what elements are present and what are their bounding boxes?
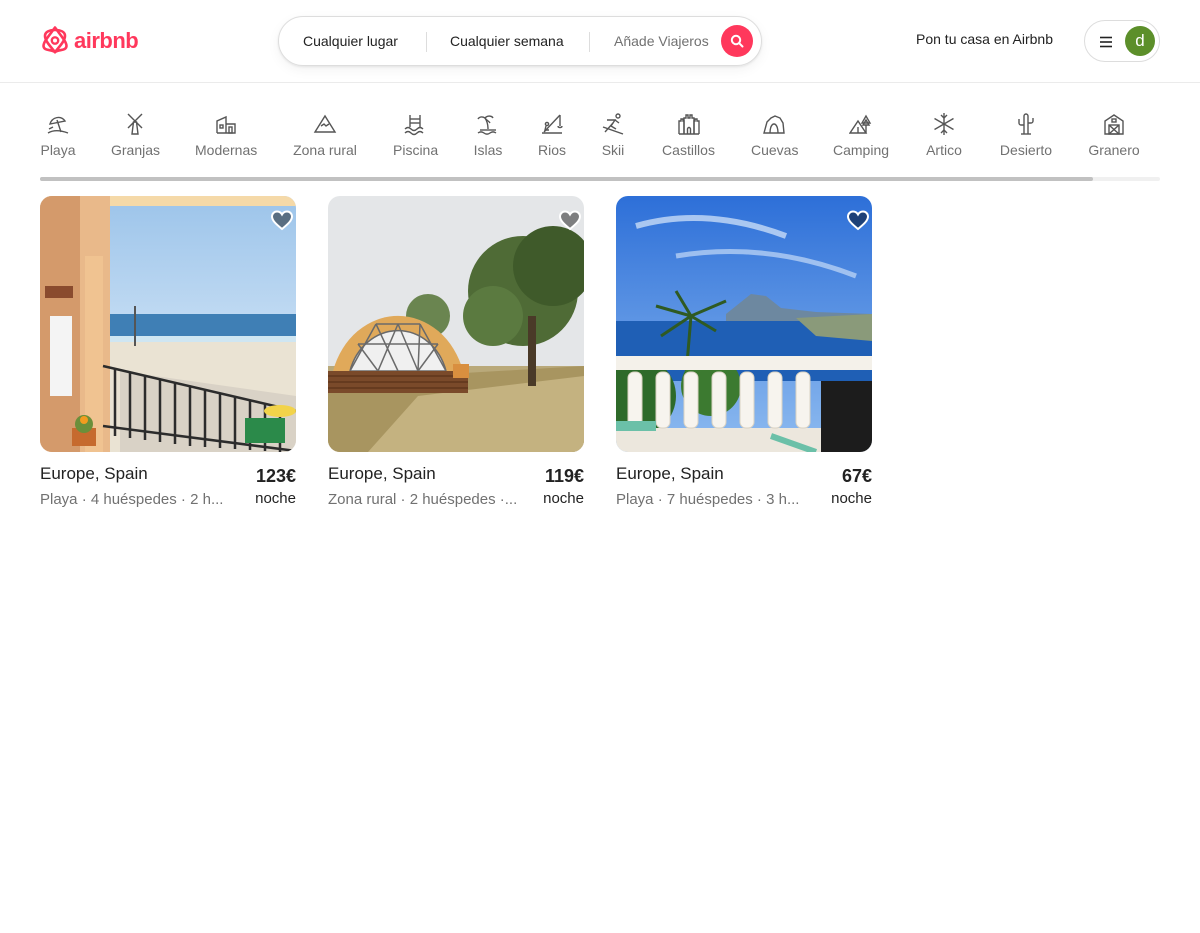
category-modernas[interactable]: Modernas: [195, 112, 257, 166]
category-artico[interactable]: Artico: [925, 112, 963, 166]
airbnb-logo[interactable]: airbnb: [40, 24, 139, 58]
barn-icon: [1104, 114, 1124, 135]
listing-description: Playa · 4 huéspedes · 2 h...: [40, 491, 224, 508]
listing-price-unit: noche: [543, 490, 584, 507]
hamburger-icon: [1100, 36, 1112, 48]
category-label: Granjas: [111, 142, 161, 158]
category-label: Desierto: [999, 142, 1053, 158]
category-rios[interactable]: Rios: [538, 112, 566, 166]
category-label: Castillos: [662, 142, 715, 158]
listing-card[interactable]: Europe, Spain Playa · 4 huéspedes · 2 h.…: [40, 196, 296, 516]
become-host-link[interactable]: Pon tu casa en Airbnb: [916, 31, 1053, 47]
listing-location: Europe, Spain: [40, 464, 148, 483]
category-zona-rural[interactable]: Zona rural: [293, 112, 357, 166]
fishing-icon: [542, 114, 563, 134]
search-bar[interactable]: Cualquier lugar Cualquier semana Añade V…: [278, 16, 762, 66]
category-label: Piscina: [393, 142, 439, 158]
cactus-icon: [1018, 113, 1034, 135]
category-label: Skii: [601, 142, 625, 158]
listing-photo[interactable]: [40, 196, 296, 452]
windmill-icon: [127, 113, 143, 135]
heart-icon[interactable]: [846, 208, 870, 232]
heart-icon[interactable]: [270, 208, 294, 232]
category-label: Camping: [833, 142, 890, 158]
cave-icon: [763, 115, 785, 134]
search-anyweek-button[interactable]: Cualquier semana: [450, 17, 564, 65]
logo-text: airbnb: [74, 28, 139, 53]
beach-icon: [47, 116, 69, 134]
search-divider: [589, 32, 590, 52]
listing-card[interactable]: Europe, Spain Zona rural · 2 huéspedes ·…: [328, 196, 584, 516]
category-label: Cuevas: [751, 142, 799, 158]
island-icon: [477, 115, 497, 135]
balcony-beach-photo: [40, 196, 296, 452]
geodesic-dome-photo: [328, 196, 584, 452]
listing-photo[interactable]: [328, 196, 584, 452]
category-label: Rios: [538, 142, 567, 158]
category-piscina[interactable]: Piscina: [393, 112, 439, 166]
search-submit-button[interactable]: [721, 25, 753, 57]
category-label: Islas: [473, 142, 503, 158]
category-camping[interactable]: Camping: [833, 112, 889, 166]
listing-location: Europe, Spain: [616, 464, 724, 483]
ski-icon: [602, 113, 624, 135]
top-header: airbnb Cualquier lugar Cualquier semana …: [0, 0, 1200, 83]
category-cuevas[interactable]: Cuevas: [751, 112, 799, 166]
category-label: Granero: [1088, 142, 1140, 158]
mountain-icon: [313, 114, 337, 133]
listing-photo[interactable]: [616, 196, 872, 452]
category-desierto[interactable]: Desierto: [999, 112, 1053, 166]
search-icon: [730, 34, 744, 48]
category-scrollbar-thumb[interactable]: [40, 177, 1093, 181]
listing-price: 123€: [255, 466, 296, 486]
category-label: Playa: [40, 142, 76, 158]
category-label: Modernas: [195, 142, 258, 158]
terrace-sea-photo: [616, 196, 872, 452]
listing-description: Playa · 7 huéspedes · 3 h...: [616, 491, 800, 508]
listing-location: Europe, Spain: [328, 464, 436, 483]
category-skii[interactable]: Skii: [601, 112, 625, 166]
avatar: d: [1125, 26, 1155, 56]
snowflake-icon: [934, 113, 954, 135]
category-granjas[interactable]: Granjas: [111, 112, 161, 166]
search-anywhere-button[interactable]: Cualquier lugar: [303, 17, 398, 65]
category-playa[interactable]: Playa: [40, 112, 76, 166]
category-label: Zona rural: [293, 142, 357, 158]
castle-icon: [677, 114, 700, 135]
listing-price: 67€: [841, 466, 872, 486]
category-castillos[interactable]: Castillos: [661, 112, 716, 166]
listing-price: 119€: [544, 466, 584, 486]
category-label: Artico: [926, 142, 962, 158]
pool-icon: [404, 115, 424, 136]
modern-house-icon: [216, 115, 236, 134]
listing-description: Zona rural · 2 huéspedes ·...: [328, 491, 518, 508]
listing-price-unit: noche: [831, 490, 872, 507]
user-menu-button[interactable]: d: [1084, 20, 1160, 62]
category-granero[interactable]: Granero: [1088, 112, 1140, 166]
search-divider: [426, 32, 427, 52]
tent-icon: [849, 114, 872, 134]
airbnb-logo-icon: [42, 26, 68, 55]
listing-card[interactable]: Europe, Spain Playa · 7 huéspedes · 3 h.…: [616, 196, 872, 516]
listing-price-unit: noche: [255, 490, 296, 507]
category-islas[interactable]: Islas: [473, 112, 503, 166]
heart-icon[interactable]: [558, 208, 582, 232]
search-add-guests-button[interactable]: Añade Viajeros: [614, 17, 709, 65]
